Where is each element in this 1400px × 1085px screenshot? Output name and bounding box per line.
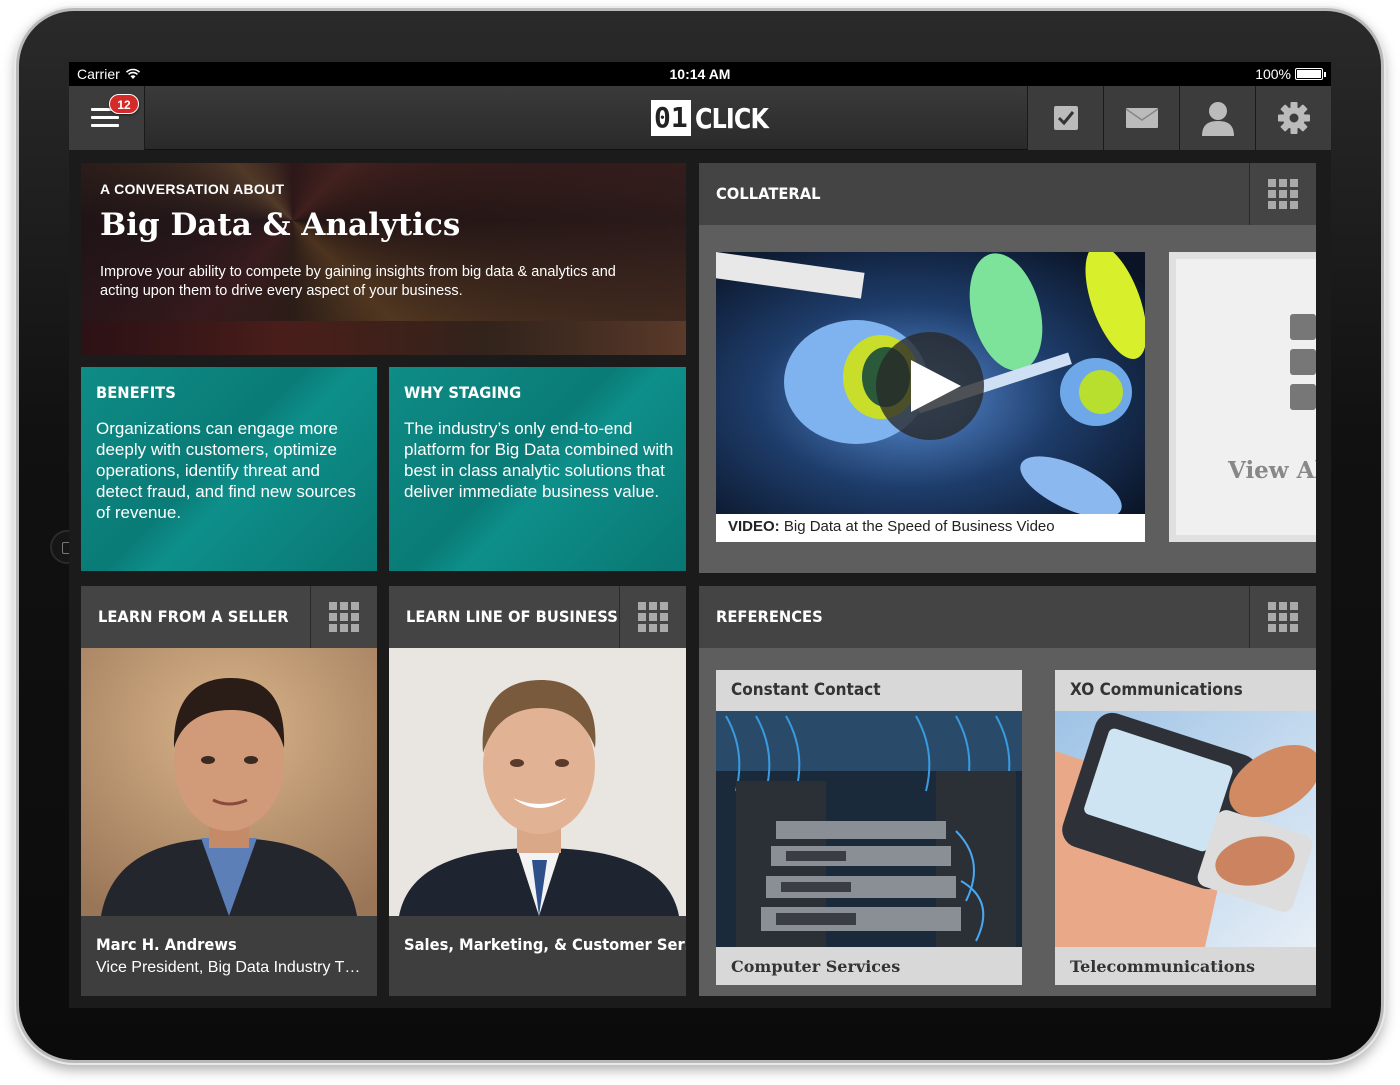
logo-box: 01 [651, 100, 691, 136]
reference-title: Constant Contact [731, 680, 881, 700]
mail-icon [1125, 108, 1158, 128]
reference-subtitle: Computer Services [731, 957, 901, 976]
references-grid-button[interactable] [1249, 586, 1316, 648]
seller-name: Marc H. Andrews [96, 935, 237, 954]
reference-title: XO Communications [1070, 680, 1243, 700]
reference-image-phone [1055, 711, 1316, 947]
video-title: Big Data at the Speed of Business Video [783, 518, 1055, 535]
reference-image-servers [716, 711, 1022, 947]
benefits-tile[interactable]: BENEFITS Organizations can engage more d… [81, 367, 377, 571]
grid-icon [638, 602, 668, 632]
settings-button[interactable] [1255, 86, 1331, 150]
list-block-icon [1290, 384, 1316, 410]
app-screen: Carrier 10:14 AM 100% 12 01 CLICK A CONV… [69, 62, 1331, 1008]
grid-icon [329, 602, 359, 632]
user-icon [1201, 102, 1234, 136]
hero-banner[interactable]: A CONVERSATION ABOUT Big Data & Analytic… [81, 163, 686, 355]
mail-button[interactable] [1103, 86, 1179, 150]
reference-subtitle: Telecommunications [1070, 957, 1256, 976]
references-panel: REFERENCES Constant Contact Computer Ser… [699, 586, 1316, 996]
status-time: 10:14 AM [669, 66, 731, 82]
collateral-grid-button[interactable] [1249, 163, 1316, 225]
why-staging-title: WHY STAGING [404, 383, 522, 402]
learn-line-of-business-tile[interactable]: LEARN LINE OF BUSINESS Sales, Marketing,… [389, 586, 686, 996]
video-thumbnail[interactable] [716, 252, 1145, 514]
view-all-label: View All [1228, 457, 1316, 484]
battery-indicator: 100% [1255, 66, 1326, 82]
grid-icon [1268, 602, 1298, 632]
hero-eyebrow: A CONVERSATION ABOUT [100, 181, 285, 197]
menu-button[interactable]: 12 [69, 86, 145, 150]
benefits-title: BENEFITS [96, 383, 176, 402]
list-block-icon [1290, 314, 1316, 340]
logo-word: CLICK [694, 101, 769, 135]
hero-title: Big Data & Analytics [100, 207, 461, 243]
why-staging-body: The industry’s only end-to-end platform … [404, 419, 674, 501]
video-caption[interactable]: VIDEO: Big Data at the Speed of Business… [728, 518, 1055, 535]
lob-grid-button[interactable] [619, 586, 686, 648]
reference-card-xo-communications[interactable]: XO Communications Telecommunications [1055, 670, 1316, 985]
view-all-card[interactable]: View All [1169, 252, 1316, 542]
top-navbar: 12 01 CLICK [69, 86, 1331, 150]
list-block-icon [1290, 349, 1316, 375]
seller-photo [81, 648, 377, 916]
hero-description: Improve your ability to compete by gaini… [100, 264, 616, 299]
checkbox-icon [1053, 106, 1078, 130]
seller-grid-button[interactable] [310, 586, 377, 648]
learn-from-seller-tile[interactable]: LEARN FROM A SELLER Marc H. Andrews Vice… [81, 586, 377, 996]
battery-icon [1295, 68, 1326, 80]
reference-card-constant-contact[interactable]: Constant Contact Computer Services [716, 670, 1022, 985]
lob-photo [389, 648, 686, 916]
video-card[interactable]: VIDEO: Big Data at the Speed of Business… [716, 252, 1145, 542]
tasks-button[interactable] [1027, 86, 1103, 150]
seller-header: LEARN FROM A SELLER [81, 586, 377, 648]
profile-button[interactable] [1179, 86, 1255, 150]
collateral-title: COLLATERAL [716, 184, 821, 203]
references-header: REFERENCES [699, 586, 1316, 648]
lob-name: Sales, Marketing, & Customer Ser… [404, 935, 686, 954]
notification-badge: 12 [109, 94, 139, 114]
video-artwork [716, 252, 1145, 514]
video-label: VIDEO: [728, 518, 780, 535]
status-bar: Carrier 10:14 AM 100% [69, 62, 1331, 86]
collateral-header: COLLATERAL [699, 163, 1316, 225]
seller-title: LEARN FROM A SELLER [98, 607, 289, 626]
battery-label: 100% [1255, 66, 1291, 82]
lob-header: LEARN LINE OF BUSINESS [389, 586, 686, 648]
why-staging-tile[interactable]: WHY STAGING The industry’s only end-to-e… [389, 367, 686, 571]
benefits-body: Organizations can engage more deeply wit… [96, 419, 356, 522]
app-logo: 01 CLICK [651, 100, 781, 136]
nav-icon-group [1027, 86, 1331, 150]
gear-icon [1277, 102, 1310, 134]
grid-icon [1268, 179, 1298, 209]
seller-role: Vice President, Big Data Industry T… [96, 959, 361, 976]
references-title: REFERENCES [716, 607, 823, 626]
collateral-panel: COLLATERAL VIDEO: Big Data at the Speed … [699, 163, 1316, 573]
lob-title: LEARN LINE OF BUSINESS [406, 607, 618, 626]
